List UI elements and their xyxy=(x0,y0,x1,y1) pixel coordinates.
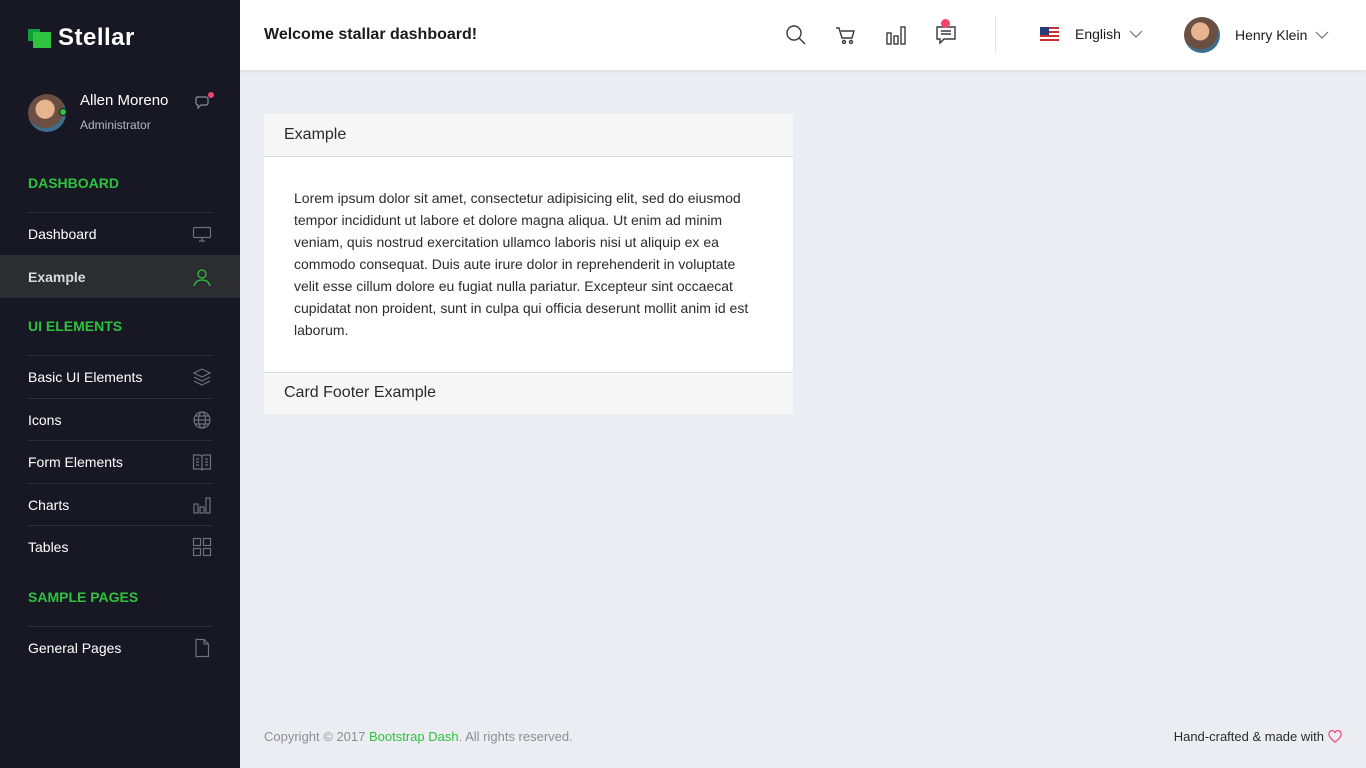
message-icon[interactable] xyxy=(933,19,959,48)
card-header: Example xyxy=(264,114,793,157)
bar-chart-icon xyxy=(192,495,212,515)
user-icon xyxy=(192,267,212,287)
user-menu[interactable]: Henry Klein xyxy=(1184,17,1329,53)
sidebar-item-icons[interactable]: Icons xyxy=(28,398,212,441)
topbar: Welcome stallar dashboard! English Henry… xyxy=(240,0,1366,70)
language-selector[interactable]: English xyxy=(1040,26,1143,42)
chevron-down-icon xyxy=(1129,30,1143,38)
notification-badge xyxy=(941,19,950,28)
sidebar-item-charts[interactable]: Charts xyxy=(28,483,212,526)
nav-category-sample-pages: SAMPLE PAGES xyxy=(28,589,139,605)
card-footer: Card Footer Example xyxy=(264,372,793,414)
nav-category-dashboard: DASHBOARD xyxy=(28,175,119,191)
search-icon[interactable] xyxy=(783,22,809,48)
footer-tagline: Hand-crafted & made with xyxy=(1174,729,1342,744)
us-flag-icon xyxy=(1040,27,1059,41)
logo-icon xyxy=(28,27,52,49)
brand-logo[interactable]: Stellar xyxy=(28,24,135,52)
profile-role: Administrator xyxy=(80,118,151,132)
sidebar-item-general-pages[interactable]: General Pages xyxy=(28,626,212,669)
tagline-text: Hand-crafted & made with xyxy=(1173,729,1324,744)
copyright-suffix: . All rights reserved. xyxy=(458,729,573,744)
monitor-icon xyxy=(192,224,212,244)
copyright: Copyright © 2017 Bootstrap Dash. All rig… xyxy=(264,729,573,744)
bootstrap-dash-link[interactable]: Bootstrap Dash xyxy=(369,729,459,744)
sidebar-item-label: Icons xyxy=(28,412,62,428)
page-title: Welcome stallar dashboard! xyxy=(264,26,478,43)
online-status-dot xyxy=(59,108,67,116)
sidebar-item-label: Tables xyxy=(28,539,69,555)
user-name: Henry Klein xyxy=(1235,27,1308,43)
sidebar-item-dashboard[interactable]: Dashboard xyxy=(28,212,212,255)
sidebar-item-label: General Pages xyxy=(28,640,122,656)
sidebar-item-label: Basic UI Elements xyxy=(28,369,143,385)
sidebar-item-example[interactable]: Example xyxy=(0,255,240,298)
nav-category-ui-elements: UI ELEMENTS xyxy=(28,318,123,334)
layers-icon xyxy=(192,367,212,387)
cart-icon[interactable] xyxy=(833,22,859,48)
divider xyxy=(995,16,996,54)
chat-icon[interactable] xyxy=(194,92,214,112)
sidebar-item-label: Charts xyxy=(28,497,70,513)
copyright-prefix: Copyright © 2017 xyxy=(264,729,369,744)
sidebar-item-label: Dashboard xyxy=(28,226,97,242)
heart-icon xyxy=(1328,730,1342,743)
card-body: Lorem ipsum dolor sit amet, consectetur … xyxy=(294,190,749,338)
sidebar: Stellar Allen Moreno Administrator DASHB… xyxy=(0,0,240,768)
globe-icon xyxy=(192,410,212,430)
bar-chart-icon[interactable] xyxy=(883,22,909,48)
example-card: Example Lorem ipsum dolor sit amet, cons… xyxy=(264,114,793,414)
avatar xyxy=(1184,17,1220,53)
sidebar-item-label: Form Elements xyxy=(28,454,123,470)
sidebar-item-label: Example xyxy=(28,268,86,285)
brand-name: Stellar xyxy=(58,24,135,51)
sidebar-profile: Allen Moreno Administrator xyxy=(28,92,214,136)
language-label: English xyxy=(1075,26,1121,42)
sidebar-item-tables[interactable]: Tables xyxy=(28,525,212,568)
grid-icon xyxy=(192,537,212,557)
book-icon xyxy=(192,452,212,472)
profile-name: Allen Moreno xyxy=(80,92,169,109)
sidebar-item-basic-ui[interactable]: Basic UI Elements xyxy=(28,355,212,398)
chevron-down-icon xyxy=(1315,31,1329,39)
file-icon xyxy=(192,638,212,658)
sidebar-item-form-elements[interactable]: Form Elements xyxy=(28,440,212,483)
